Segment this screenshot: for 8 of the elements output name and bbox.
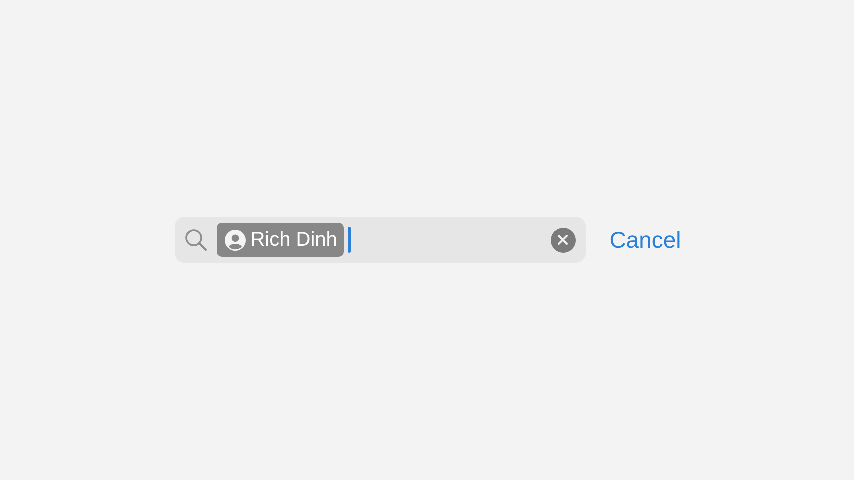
contact-name: Rich Dinh xyxy=(250,228,338,253)
clear-button[interactable] xyxy=(550,228,576,252)
person-icon xyxy=(224,230,246,250)
close-icon xyxy=(558,235,568,245)
contact-token[interactable]: Rich Dinh xyxy=(216,223,344,257)
search-field[interactable]: Rich Dinh xyxy=(174,217,586,263)
search-icon xyxy=(184,228,208,252)
cancel-button[interactable]: Cancel xyxy=(610,222,682,258)
